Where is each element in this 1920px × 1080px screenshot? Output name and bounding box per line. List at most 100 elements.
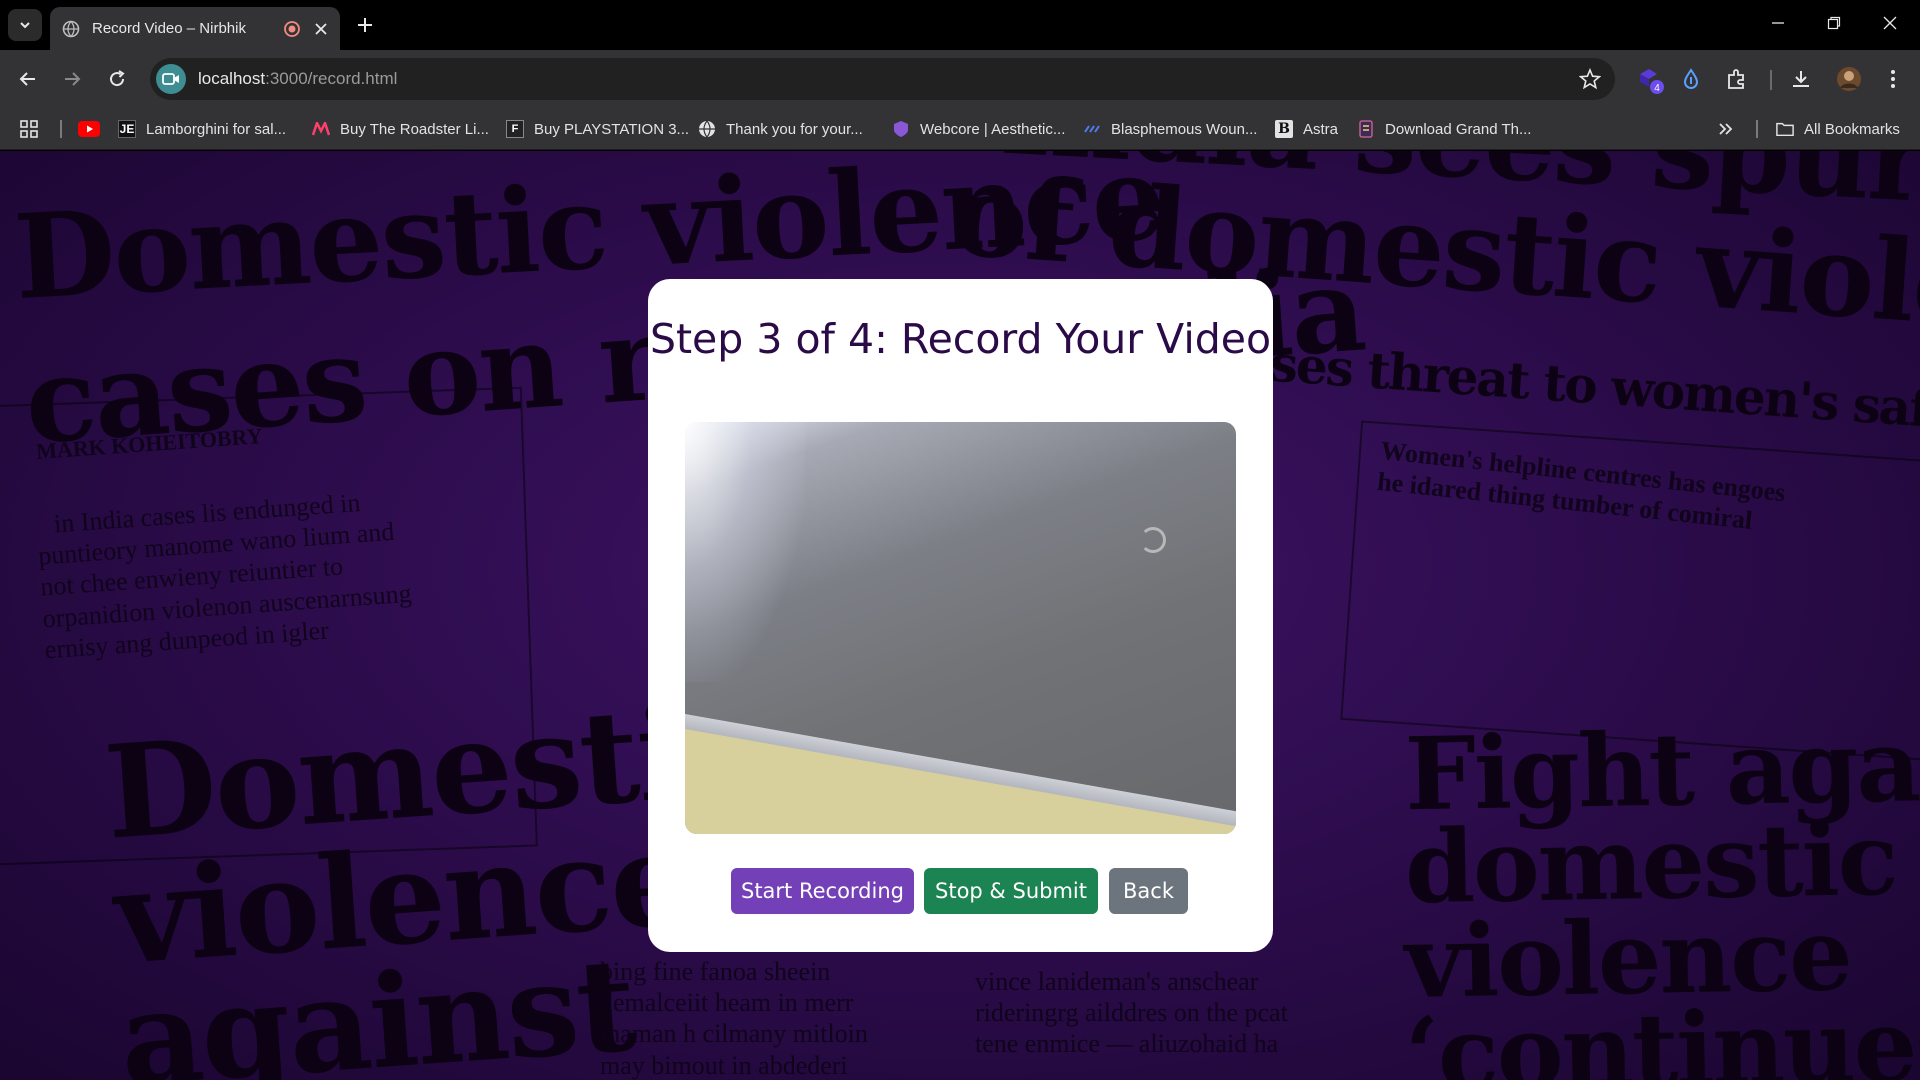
bookmark-item[interactable]: F Buy PLAYSTATION 3... <box>506 118 689 140</box>
webcore-icon <box>892 120 910 138</box>
plus-icon <box>358 18 372 32</box>
article-line: bing fine fanoa sheein <box>600 957 831 986</box>
bookmarks-separator <box>60 120 62 138</box>
bookmark-item[interactable]: Thank you for your... <box>698 118 863 140</box>
bookmark-label: Lamborghini for sal... <box>146 120 287 138</box>
url-path: :3000/record.html <box>265 69 398 88</box>
apps-grid-icon <box>20 120 38 138</box>
chevron-down-icon <box>20 22 30 29</box>
bookmark-label: Blasphemous Woun... <box>1111 120 1258 138</box>
bookmark-label: Buy PLAYSTATION 3... <box>534 120 690 138</box>
minimize-button[interactable] <box>1750 0 1806 46</box>
film-site-icon: F <box>506 120 524 138</box>
restore-button[interactable] <box>1806 0 1862 46</box>
bookmark-label: Thank you for your... <box>726 120 863 138</box>
arrow-left-icon <box>19 72 35 86</box>
avatar-icon <box>1837 67 1861 91</box>
start-recording-button[interactable]: Start Recording <box>731 868 914 914</box>
download-icon <box>1793 71 1809 87</box>
article-line: rideringrg ailddres on the pcat <box>975 998 1288 1028</box>
je-site-icon: JE <box>118 120 136 138</box>
myntra-icon <box>312 120 330 138</box>
arrow-right-icon <box>65 72 81 86</box>
extension-button-1[interactable]: 4 <box>1635 64 1665 94</box>
globe-icon <box>698 120 716 138</box>
stop-submit-button[interactable]: Stop & Submit <box>924 868 1098 914</box>
folder-icon <box>1776 120 1794 138</box>
profile-avatar[interactable] <box>1834 64 1864 94</box>
toolbar-separator <box>1770 70 1772 90</box>
bookmark-youtube[interactable] <box>78 118 100 140</box>
bookmark-label: Astra <box>1303 120 1339 138</box>
article-line: demalceiit heam in merr <box>600 988 854 1018</box>
url-text: localhost:3000/record.html <box>198 69 397 89</box>
bookmark-item[interactable]: Download Grand Th... <box>1357 118 1531 140</box>
close-icon <box>1883 16 1897 30</box>
article-line: tene enmice — aliuzohaid ha <box>975 1029 1279 1059</box>
headline: poses threat to women's safety <box>1203 329 1920 444</box>
tab-title: Record Video – Nirbhik <box>92 20 246 37</box>
bookmarks-separator <box>1756 120 1758 138</box>
more-bookmarks-button[interactable] <box>1718 118 1734 140</box>
new-tab-button[interactable] <box>352 12 378 38</box>
bookmarks-bar: JE Lamborghini for sal... Buy The Roadste… <box>0 108 1920 150</box>
article-body-bottom-mid: vince lanideman's anschear rideringrg ai… <box>975 966 1288 1060</box>
reload-icon <box>110 70 125 87</box>
globe-icon <box>62 20 80 37</box>
url-host: localhost <box>198 69 266 88</box>
site-info-button[interactable] <box>156 64 186 94</box>
video-preview <box>685 422 1236 834</box>
browser-menu-button[interactable] <box>1878 64 1908 94</box>
headline: against <box>115 930 639 1080</box>
bookmark-label: Buy The Roadster Li... <box>340 120 489 138</box>
stripe-logo-icon <box>1083 120 1101 138</box>
video-frame-hook <box>1140 527 1166 553</box>
modal-title: Step 3 of 4: Record Your Video <box>649 315 1272 363</box>
headline: ‘continues to <box>1404 983 1920 1080</box>
bookmark-item[interactable]: Buy The Roadster Li... <box>312 118 489 140</box>
astra-b-icon: B <box>1275 120 1293 138</box>
back-button[interactable]: Back <box>1109 868 1188 914</box>
bookmark-item[interactable]: Blasphemous Woun... <box>1083 118 1257 140</box>
article-line: may bimout in abdederi <box>600 1050 848 1080</box>
extensions-menu-button[interactable] <box>1722 64 1752 94</box>
article-body-bottom: bing fine fanoa sheein demalceiit heam i… <box>600 956 868 1080</box>
box-site-icon <box>1357 120 1375 138</box>
youtube-icon <box>78 121 100 137</box>
back-nav-button[interactable] <box>13 64 43 94</box>
forward-nav-button[interactable] <box>57 64 87 94</box>
browser-toolbar: localhost:3000/record.html 4 <box>0 50 1920 108</box>
all-bookmarks-label: All Bookmarks <box>1804 120 1900 138</box>
browser-tab-active[interactable]: Record Video – Nirbhik <box>50 7 340 50</box>
bookmark-item[interactable]: JE Lamborghini for sal... <box>118 118 286 140</box>
close-window-button[interactable] <box>1862 0 1918 46</box>
browser-titlebar: Record Video – Nirbhik <box>0 0 1920 50</box>
recording-indicator-icon <box>284 20 300 37</box>
extension-puzzle-badge-icon: 4 <box>1640 69 1664 94</box>
apps-button[interactable] <box>20 118 38 140</box>
address-bar[interactable]: localhost:3000/record.html <box>150 58 1615 100</box>
article-body: in India cases lis endunged in puntieory… <box>37 484 415 664</box>
bookmark-item[interactable]: B Astra <box>1275 118 1338 140</box>
restore-icon <box>1827 16 1841 30</box>
downloads-button[interactable] <box>1786 64 1816 94</box>
article-line: vince lanideman's anschear <box>975 967 1259 996</box>
puzzle-icon <box>1728 69 1744 89</box>
page-background: Domestic violence cases on rise in India… <box>0 151 1920 1080</box>
close-tab-icon[interactable] <box>314 22 328 36</box>
kebab-menu-icon <box>1891 70 1895 88</box>
video-camera-icon <box>162 73 179 85</box>
extension-button-2[interactable] <box>1676 64 1706 94</box>
minimize-icon <box>1772 22 1784 24</box>
bookmark-label: Webcore | Aesthetic... <box>920 120 1066 138</box>
bookmark-item[interactable]: Webcore | Aesthetic... <box>892 118 1065 140</box>
star-icon[interactable] <box>1579 68 1601 90</box>
tab-search-button[interactable] <box>8 9 42 41</box>
bookmark-label: Download Grand Th... <box>1385 120 1532 138</box>
article-line: maman h cilmany mitloin <box>600 1019 868 1049</box>
all-bookmarks-button[interactable]: All Bookmarks <box>1776 118 1900 140</box>
video-frame-light <box>685 422 805 682</box>
reload-button[interactable] <box>102 64 132 94</box>
extension-badge-count: 4 <box>1654 83 1660 94</box>
droplet-extension-icon <box>1683 68 1699 89</box>
